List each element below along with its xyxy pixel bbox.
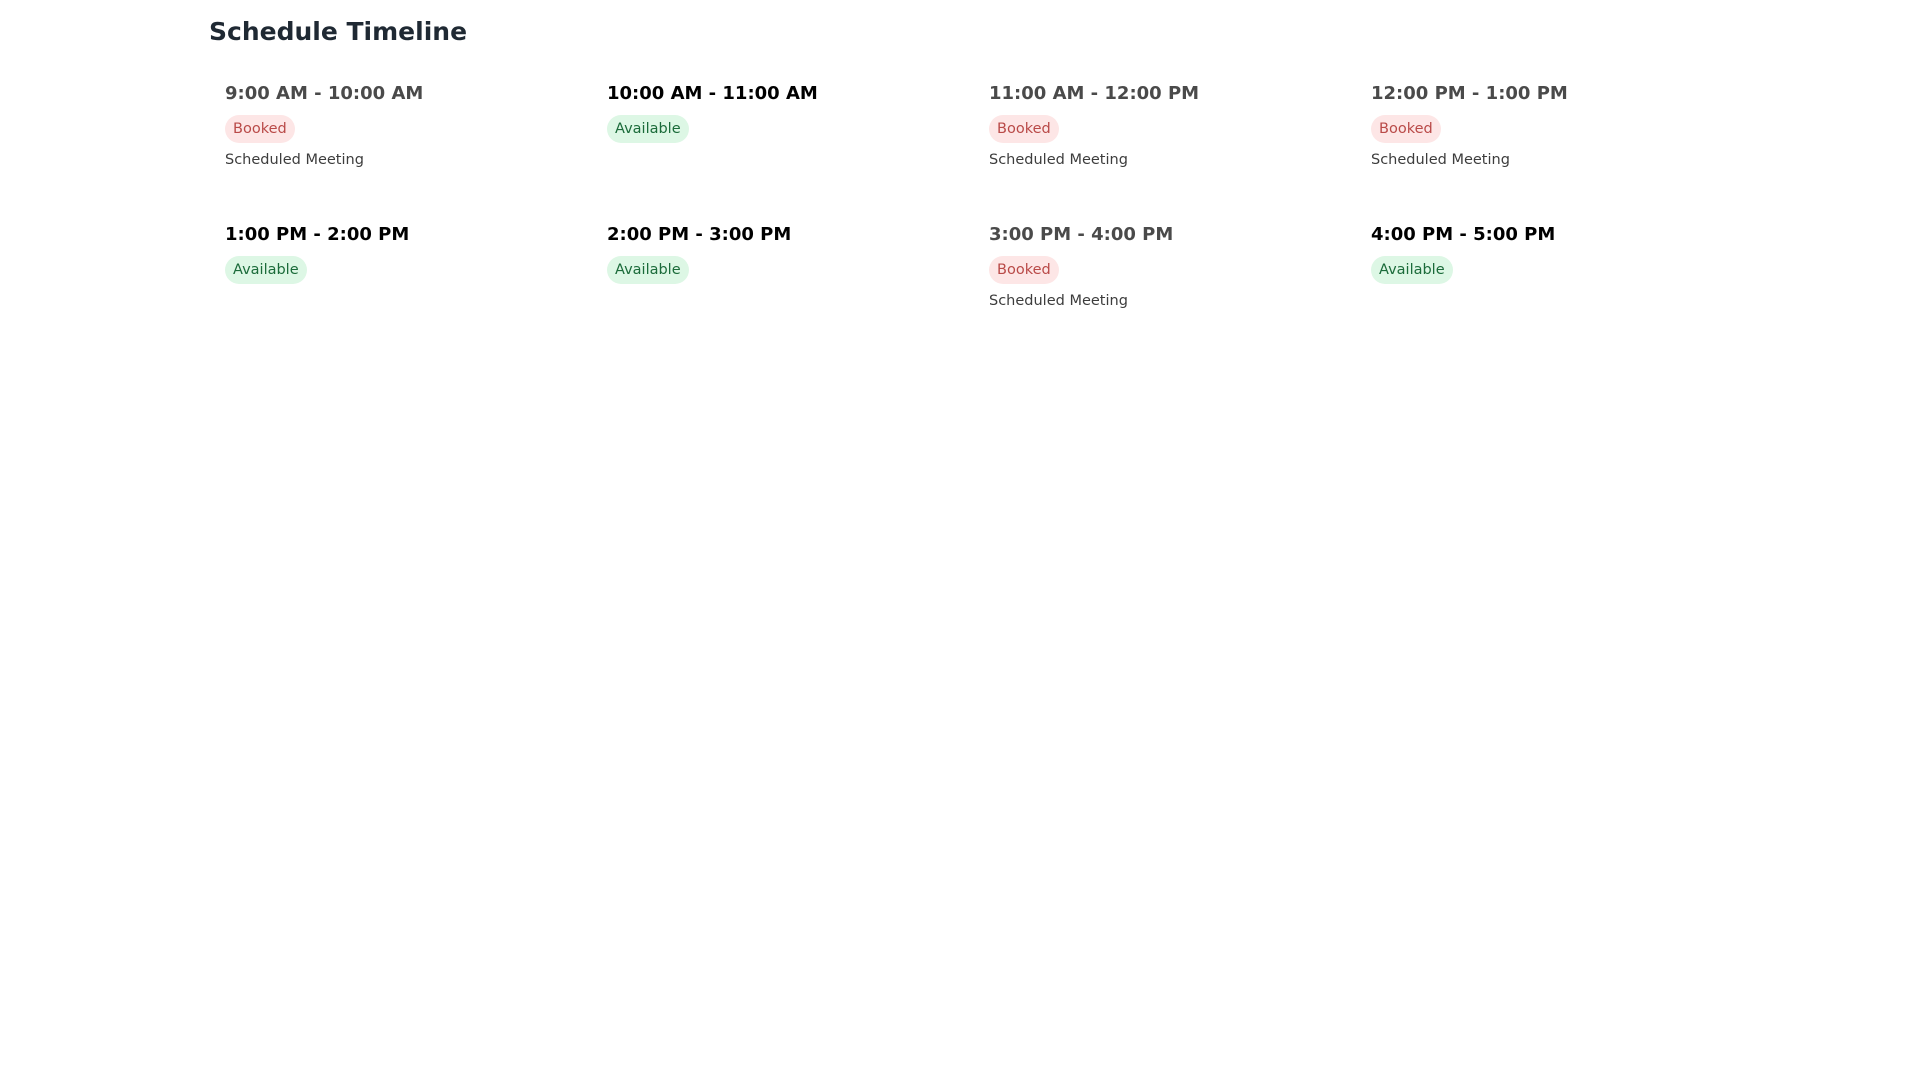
time-slot[interactable]: 1:00 PM - 2:00 PM Available: [225, 221, 607, 362]
status-badge: Booked: [989, 115, 1059, 143]
time-slot[interactable]: 12:00 PM - 1:00 PM Booked Scheduled Meet…: [1371, 80, 1753, 221]
slot-note: Scheduled Meeting: [989, 152, 1128, 168]
slot-time: 2:00 PM - 3:00 PM: [607, 224, 792, 245]
slot-time: 11:00 AM - 12:00 PM: [989, 83, 1200, 104]
time-slot[interactable]: 9:00 AM - 10:00 AM Booked Scheduled Meet…: [225, 80, 607, 221]
slot-time: 1:00 PM - 2:00 PM: [225, 224, 410, 245]
time-slot[interactable]: 4:00 PM - 5:00 PM Available: [1371, 221, 1753, 362]
slot-time: 3:00 PM - 4:00 PM: [989, 224, 1174, 245]
status-badge: Booked: [989, 256, 1059, 284]
time-slot[interactable]: 3:00 PM - 4:00 PM Booked Scheduled Meeti…: [989, 221, 1371, 362]
status-badge: Available: [607, 256, 689, 284]
status-badge: Available: [225, 256, 307, 284]
slot-note: Scheduled Meeting: [225, 152, 364, 168]
slot-time: 12:00 PM - 1:00 PM: [1371, 83, 1568, 104]
time-slot[interactable]: 2:00 PM - 3:00 PM Available: [607, 221, 989, 362]
status-badge: Available: [1371, 256, 1453, 284]
schedule-page: Schedule Timeline 9:00 AM - 10:00 AM Boo…: [0, 0, 1920, 1080]
slot-note: Scheduled Meeting: [989, 293, 1128, 309]
slot-time: 10:00 AM - 11:00 AM: [607, 83, 818, 104]
status-badge: Booked: [1371, 115, 1441, 143]
slot-time: 9:00 AM - 10:00 AM: [225, 83, 424, 104]
slot-time: 4:00 PM - 5:00 PM: [1371, 224, 1556, 245]
timeline-grid: 9:00 AM - 10:00 AM Booked Scheduled Meet…: [225, 80, 1755, 362]
slot-note: Scheduled Meeting: [1371, 152, 1510, 168]
page-title: Schedule Timeline: [209, 17, 468, 46]
status-badge: Available: [607, 115, 689, 143]
time-slot[interactable]: 10:00 AM - 11:00 AM Available: [607, 80, 989, 221]
time-slot[interactable]: 11:00 AM - 12:00 PM Booked Scheduled Mee…: [989, 80, 1371, 221]
status-badge: Booked: [225, 115, 295, 143]
